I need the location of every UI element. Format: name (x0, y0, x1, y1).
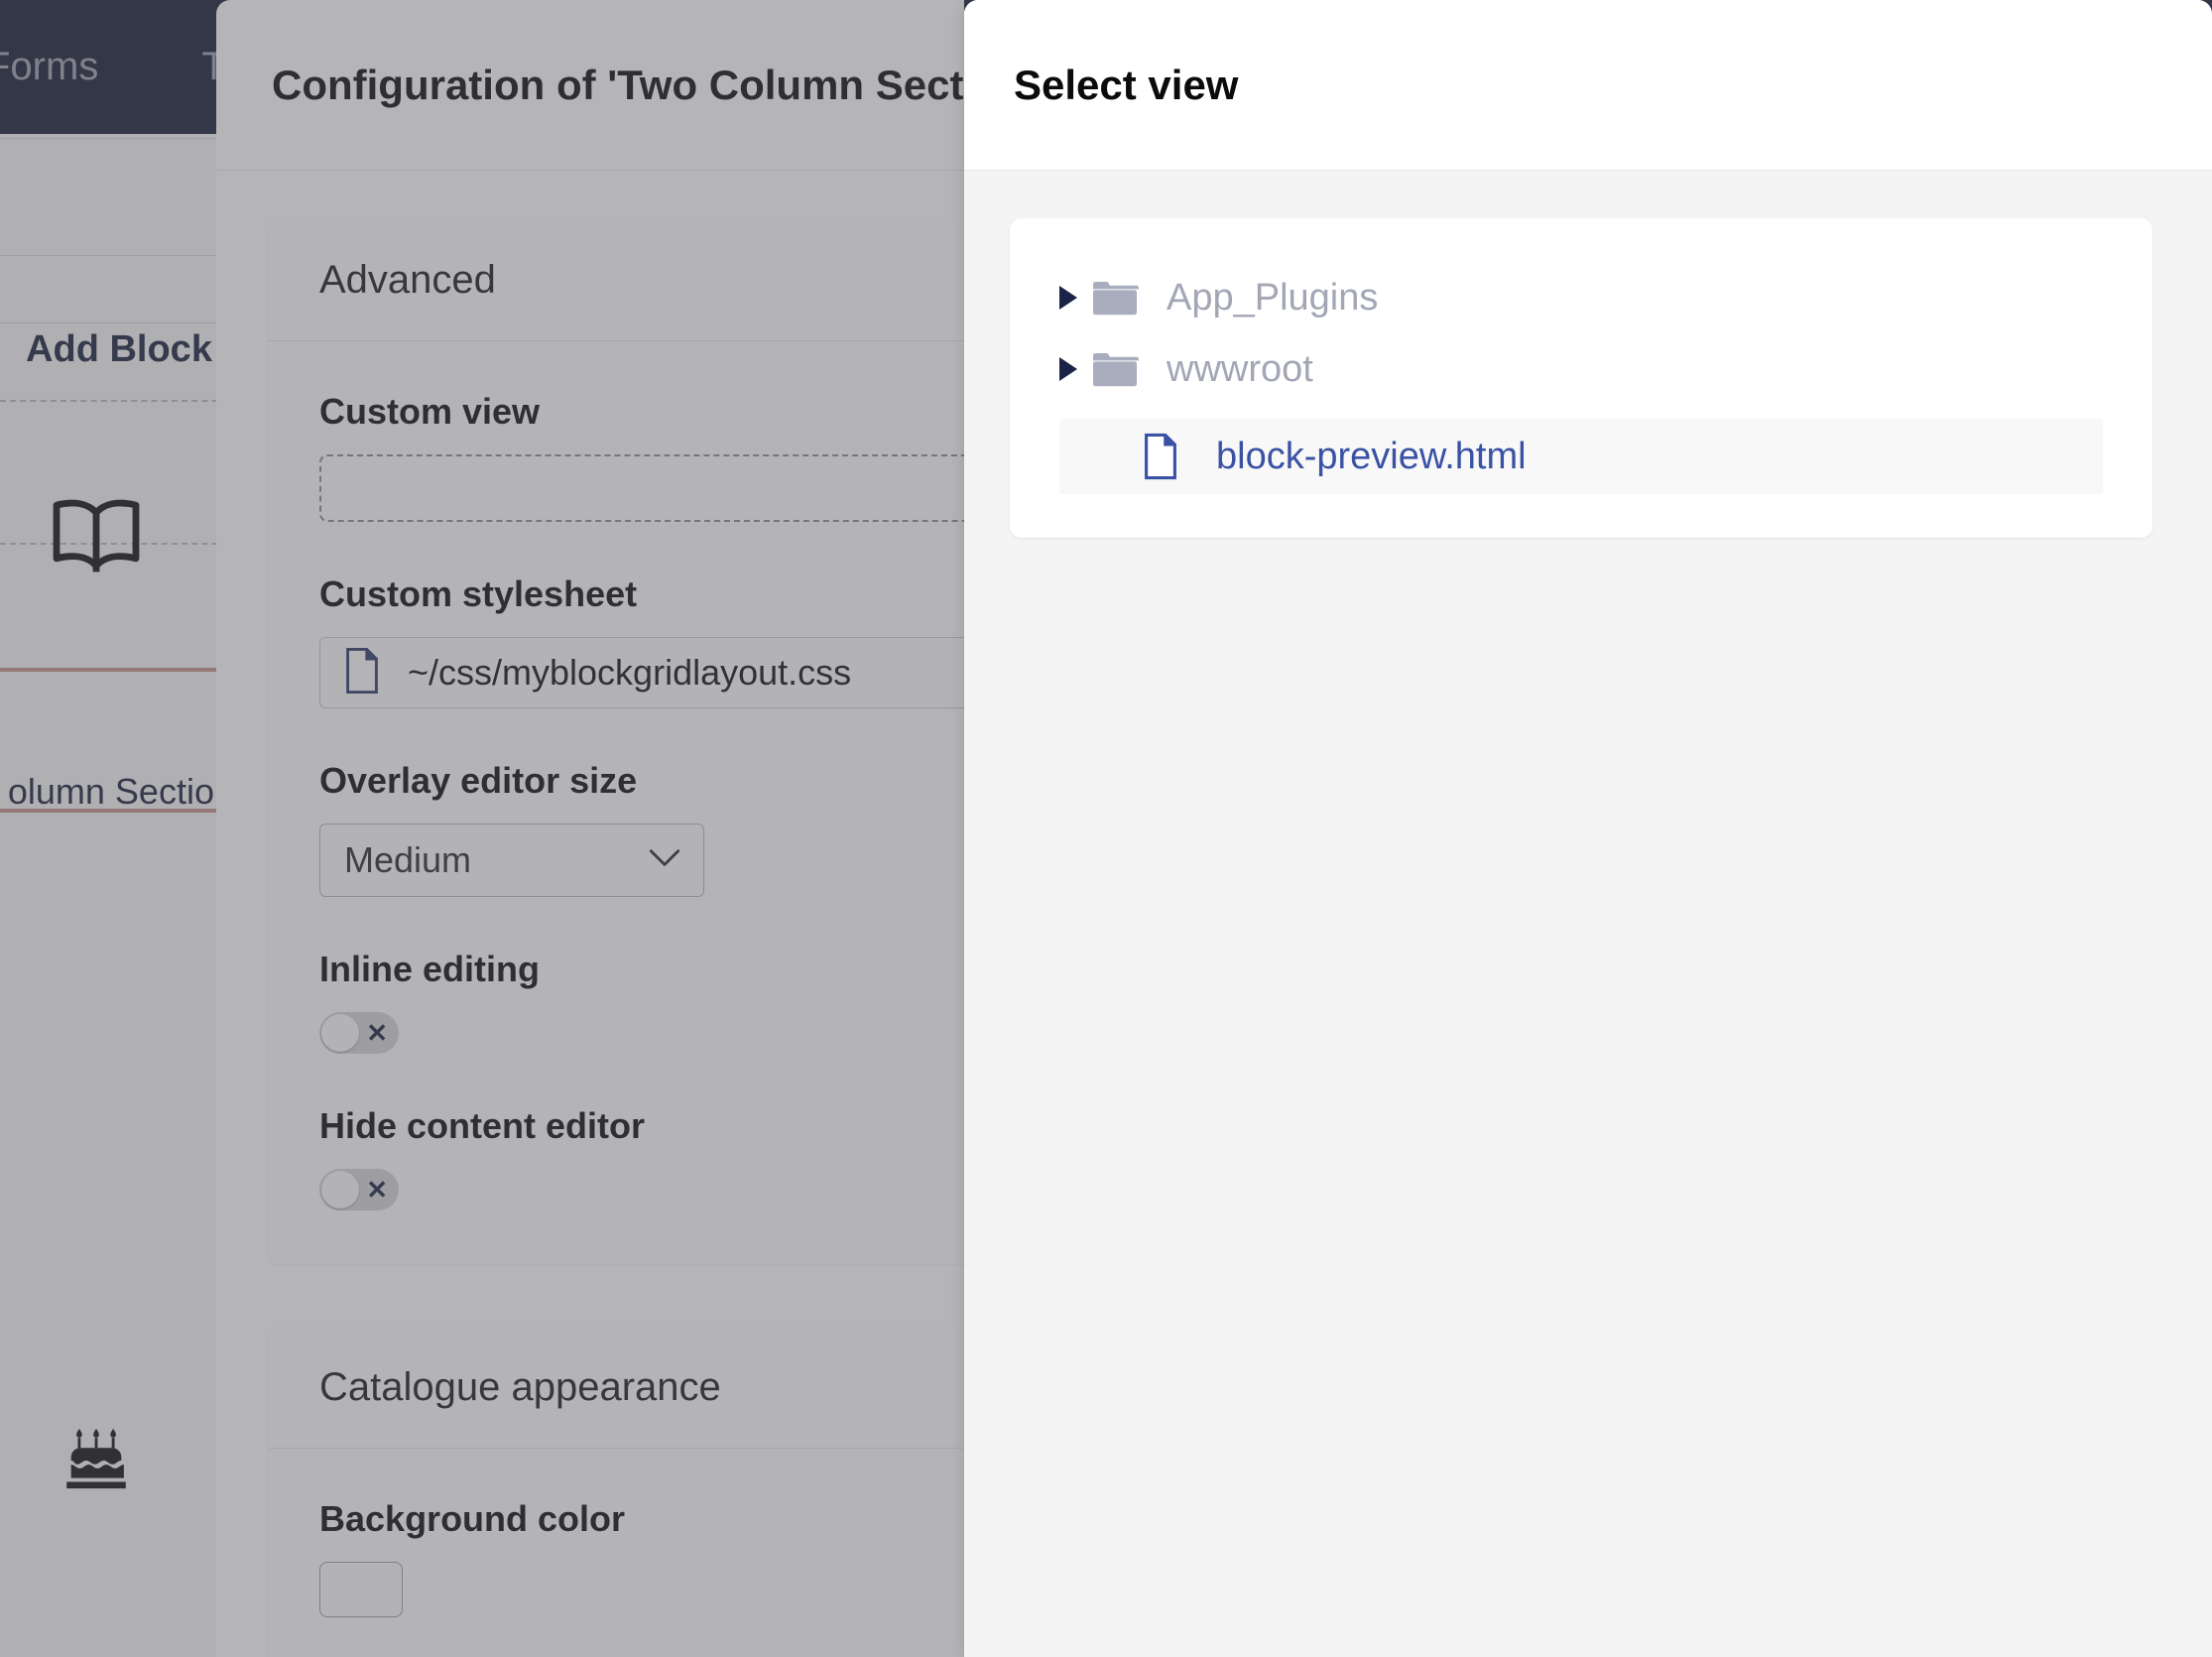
tree-item-label: block-preview.html (1216, 435, 1527, 477)
tree-item-app-plugins[interactable]: App_Plugins (1010, 262, 2152, 333)
tree-item-label: wwwroot (1167, 347, 1313, 390)
tree-item-label: App_Plugins (1167, 276, 1379, 319)
select-view-header: Select view (964, 0, 2212, 171)
select-view-panel: Select view App_Plugins wwwroot block-pr… (964, 0, 2212, 1657)
screen-root: Forms Tr Add Block olumn Section (0, 0, 2212, 1657)
chevron-right-icon[interactable] (1057, 356, 1091, 382)
folder-icon (1091, 278, 1167, 318)
folder-icon (1091, 349, 1167, 389)
chevron-right-icon[interactable] (1057, 285, 1091, 311)
tree-item-block-preview-html[interactable]: block-preview.html (1059, 419, 2103, 494)
select-view-body: App_Plugins wwwroot block-preview.html (964, 171, 2212, 538)
file-tree-card: App_Plugins wwwroot block-preview.html (1010, 218, 2152, 538)
file-icon (1141, 433, 1216, 480)
tree-item-wwwroot[interactable]: wwwroot (1010, 333, 2152, 405)
select-view-title: Select view (1014, 61, 1239, 108)
